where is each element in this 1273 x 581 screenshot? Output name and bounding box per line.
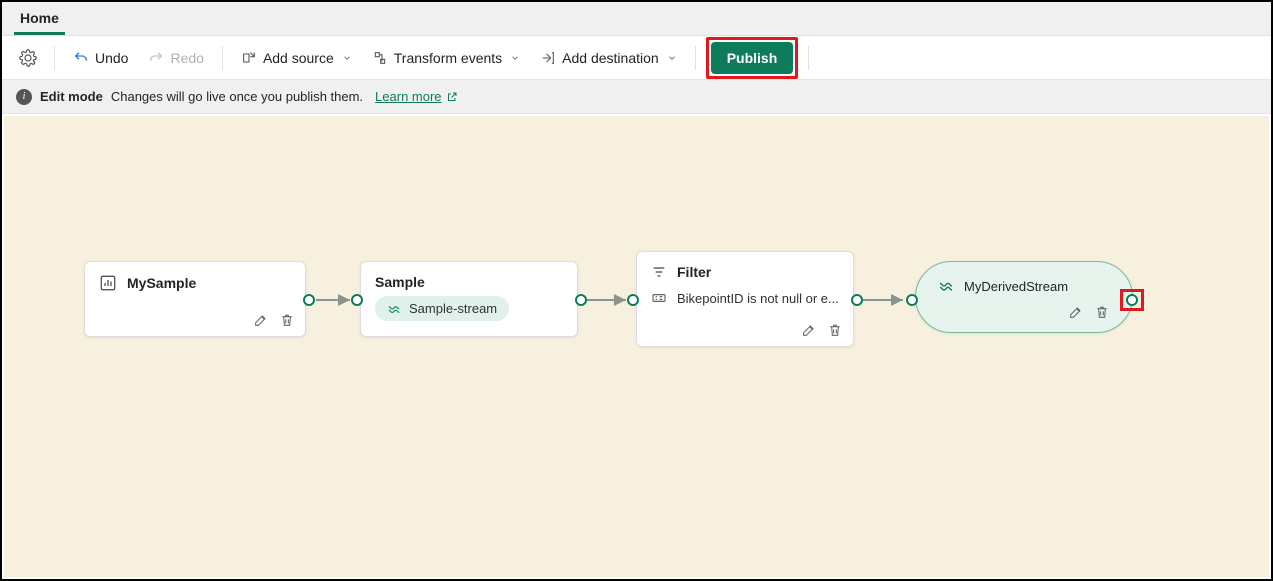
transform-events-button[interactable]: Transform events: [364, 42, 528, 74]
port-out-mysample[interactable]: [303, 294, 315, 306]
edit-icon[interactable]: [253, 312, 269, 328]
transform-events-label: Transform events: [394, 50, 502, 66]
learn-more-label: Learn more: [375, 89, 441, 104]
node-sample-title: Sample: [375, 274, 425, 290]
chevron-down-icon: [667, 53, 677, 63]
undo-icon: [73, 50, 89, 66]
redo-icon: [148, 50, 164, 66]
chip-sample-stream[interactable]: Sample-stream: [375, 296, 509, 321]
edit-icon[interactable]: [801, 322, 817, 338]
gear-icon: [19, 49, 37, 67]
node-filter-expr: BikepointID is not null or e...: [677, 291, 839, 306]
publish-highlight: Publish: [706, 37, 799, 79]
port-highlight: [1120, 289, 1144, 311]
redo-button[interactable]: Redo: [140, 42, 211, 74]
delete-icon[interactable]: [827, 322, 843, 338]
tab-bar: Home: [2, 2, 1271, 36]
add-destination-icon: [540, 50, 556, 66]
edit-icon[interactable]: [1068, 304, 1084, 320]
chip-sample-stream-label: Sample-stream: [409, 301, 497, 316]
delete-icon[interactable]: [1094, 304, 1110, 320]
chevron-down-icon: [342, 53, 352, 63]
transform-icon: [372, 50, 388, 66]
tab-home[interactable]: Home: [14, 2, 65, 35]
external-link-icon: [446, 91, 458, 103]
info-message: Changes will go live once you publish th…: [111, 89, 363, 104]
node-mysample[interactable]: MySample: [84, 261, 306, 337]
toolbar-divider: [695, 46, 696, 70]
node-destination-title: MyDerivedStream: [964, 279, 1068, 294]
filter-icon: [651, 264, 667, 280]
stream-icon: [387, 302, 401, 316]
add-destination-button[interactable]: Add destination: [532, 42, 685, 74]
toolbar-divider: [808, 46, 809, 70]
port-in-filter[interactable]: [627, 294, 639, 306]
port-in-destination[interactable]: [906, 294, 918, 306]
delete-icon[interactable]: [279, 312, 295, 328]
undo-button[interactable]: Undo: [65, 42, 136, 74]
port-out-filter[interactable]: [851, 294, 863, 306]
chevron-down-icon: [510, 53, 520, 63]
publish-button[interactable]: Publish: [711, 42, 794, 74]
edit-mode-label: Edit mode: [40, 89, 103, 104]
toolbar: Undo Redo Add source Transform events Ad…: [2, 36, 1271, 80]
flow-canvas[interactable]: MySample Sample Sample-stream Filter Bik…: [4, 116, 1269, 577]
bar-chart-icon: [99, 274, 117, 292]
add-source-icon: [241, 50, 257, 66]
learn-more-link[interactable]: Learn more: [375, 89, 457, 104]
info-icon: i: [16, 89, 32, 105]
add-source-button[interactable]: Add source: [233, 42, 360, 74]
settings-button[interactable]: [12, 42, 44, 74]
add-destination-label: Add destination: [562, 50, 659, 66]
stream-icon: [938, 278, 954, 294]
port-in-sample[interactable]: [351, 294, 363, 306]
info-bar: i Edit mode Changes will go live once yo…: [2, 80, 1271, 114]
node-filter-title: Filter: [677, 264, 711, 280]
expression-icon: [651, 290, 667, 306]
node-filter[interactable]: Filter BikepointID is not null or e...: [636, 251, 854, 347]
node-sample[interactable]: Sample Sample-stream: [360, 261, 578, 337]
toolbar-divider: [222, 46, 223, 70]
redo-label: Redo: [170, 50, 203, 66]
undo-label: Undo: [95, 50, 128, 66]
toolbar-divider: [54, 46, 55, 70]
add-source-label: Add source: [263, 50, 334, 66]
node-mysample-title: MySample: [127, 275, 196, 291]
publish-label: Publish: [727, 50, 778, 66]
port-out-sample[interactable]: [575, 294, 587, 306]
node-destination[interactable]: MyDerivedStream: [915, 261, 1133, 333]
